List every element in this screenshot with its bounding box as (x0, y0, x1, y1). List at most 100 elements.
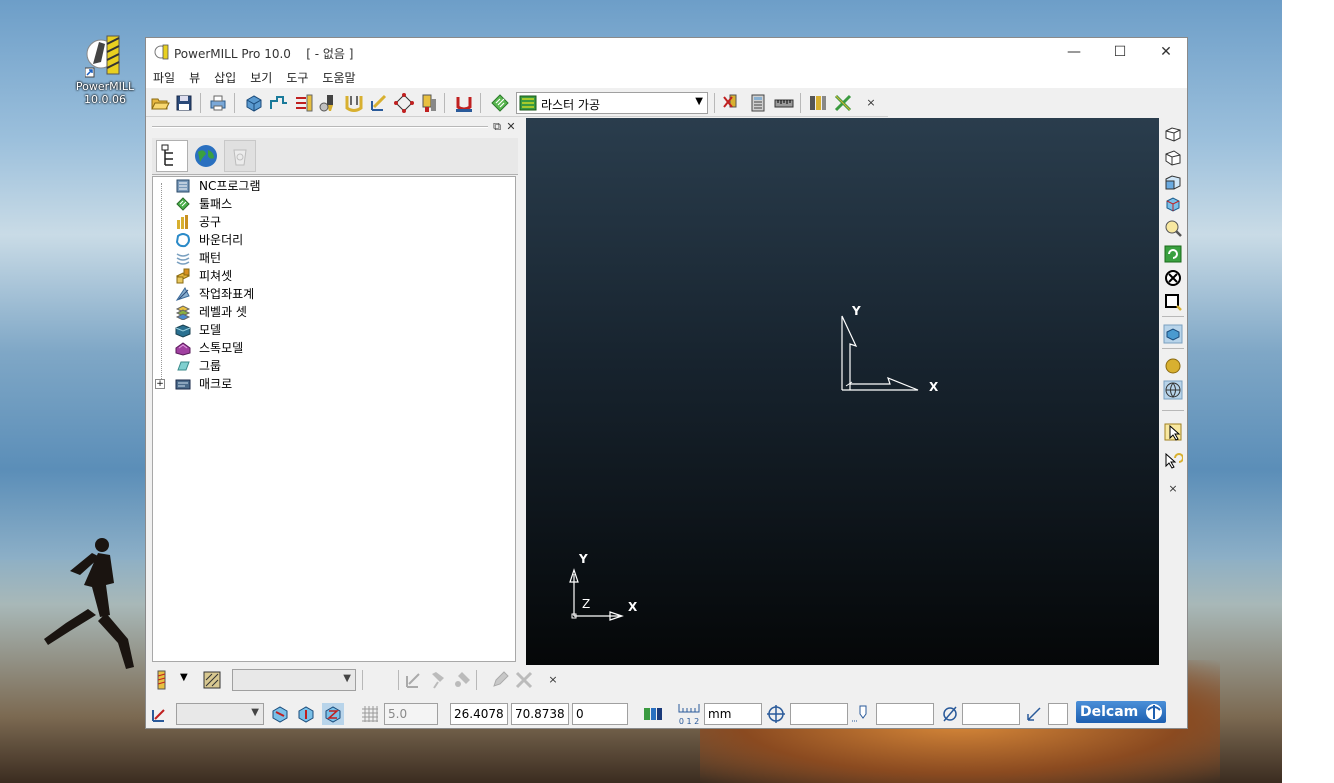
menu-help[interactable]: 도움말 (315, 66, 362, 86)
expand-plus-icon[interactable]: + (155, 379, 165, 389)
block-view-2-icon[interactable] (296, 704, 316, 724)
workplane-select[interactable]: ▼ (176, 703, 264, 725)
view-iso2-icon[interactable] (1163, 148, 1183, 168)
maximize-button[interactable]: ☐ (1097, 38, 1143, 66)
minimize-button[interactable]: — (1051, 38, 1097, 66)
view-iso4-icon[interactable] (1163, 194, 1183, 214)
shaded-sphere-icon[interactable] (1163, 356, 1183, 376)
main-toolbar: 라스터 가공 ▼ × (146, 90, 888, 117)
tool-create-icon[interactable] (319, 93, 339, 113)
menu-tools[interactable]: 도구 (279, 66, 315, 86)
status-bar: ▼ 5.0 26.4078 70.8738 0 0 1 2 mm Delcam (146, 698, 1187, 728)
open-folder-icon[interactable] (150, 93, 170, 113)
view-iso1-icon[interactable] (1163, 124, 1183, 144)
tool-select[interactable]: ▼ (232, 669, 356, 691)
tool-holder-icon[interactable] (419, 93, 439, 113)
powermill-desktop-shortcut[interactable]: PowerMILL 10.0.06 (70, 34, 140, 106)
zoom-fit-icon[interactable] (1163, 268, 1183, 288)
workplane-select-icon[interactable] (150, 704, 170, 724)
toolpath-icon (176, 197, 190, 211)
toolbar-separator (444, 93, 445, 113)
delete-tool-disabled-icon[interactable] (514, 670, 534, 690)
tolerance-icon[interactable] (850, 704, 872, 724)
toolpath-strategy-icon[interactable] (490, 93, 510, 113)
tab-recycle[interactable] (224, 140, 256, 172)
refresh-icon[interactable] (1163, 244, 1183, 264)
close-button[interactable]: ✕ (1143, 38, 1189, 66)
tool-toolbar-close-icon[interactable]: × (546, 673, 560, 687)
toolbar-separator (1162, 316, 1184, 317)
active-tool-icon[interactable] (152, 670, 172, 690)
save-icon[interactable] (174, 93, 194, 113)
tree-guide-line (161, 183, 162, 389)
coord-x-field[interactable]: 26.4078 (450, 703, 508, 725)
simulation-icon[interactable] (454, 93, 474, 113)
select-undo-icon[interactable] (1163, 450, 1183, 470)
menu-insert[interactable]: 삽입 (207, 66, 243, 86)
zoom-icon[interactable] (1163, 218, 1183, 238)
menu-view[interactable]: 뷰 (182, 66, 207, 86)
tool-library-icon[interactable] (808, 93, 828, 113)
feeds-speeds-icon[interactable] (294, 93, 314, 113)
toolbar-separator (398, 670, 399, 690)
coord-z-field[interactable]: 0 (572, 703, 628, 725)
tool-shank-disabled-icon[interactable] (452, 670, 472, 690)
menu-file[interactable]: 파일 (146, 66, 182, 86)
recycle-bin-icon (233, 149, 247, 166)
diameter-icon[interactable] (940, 704, 960, 724)
tool-cross-icon[interactable] (833, 93, 853, 113)
group-icon (177, 361, 190, 371)
block-icon[interactable] (244, 93, 264, 113)
model-icon (175, 324, 191, 338)
tool-edit-disabled-icon[interactable] (404, 670, 424, 690)
desktop-wallpaper-runner (44, 538, 134, 669)
tab-explorer-tree[interactable] (156, 140, 188, 172)
print-icon[interactable] (208, 93, 228, 113)
powermill-app-icon (84, 34, 125, 78)
units-field[interactable]: mm (704, 703, 762, 725)
strategy-select[interactable]: 라스터 가공 ▼ (516, 92, 708, 114)
featureset-icon (175, 268, 191, 284)
zoom-box-icon[interactable] (1163, 292, 1183, 312)
grid-icon[interactable] (360, 704, 380, 724)
shaded-block-icon[interactable] (1163, 324, 1183, 344)
measure-ruler-icon[interactable] (774, 93, 794, 113)
stepover-icon[interactable] (1024, 704, 1044, 724)
toggle-display-icon[interactable] (642, 704, 664, 724)
view-iso3-icon[interactable] (1163, 172, 1183, 192)
calculator-icon[interactable] (748, 93, 768, 113)
tolerance-field[interactable] (876, 703, 934, 725)
leads-links-icon[interactable] (344, 93, 364, 113)
menu-display[interactable]: 보기 (243, 66, 279, 86)
tool-delete-icon[interactable] (722, 93, 742, 113)
delcam-logo: Delcam (1076, 701, 1166, 723)
explorer-close-icon[interactable]: ✕ (504, 120, 518, 134)
pencil-disabled-icon[interactable] (490, 670, 510, 690)
workplane-edit-icon[interactable] (369, 93, 389, 113)
diameter-field[interactable] (962, 703, 1020, 725)
thickness-field[interactable] (790, 703, 848, 725)
tool-database-icon[interactable] (202, 670, 222, 690)
graphics-viewport[interactable]: Y X Y Z X (526, 118, 1159, 665)
restore-icon[interactable]: ⧉ (490, 120, 504, 134)
crosshair-icon[interactable] (766, 704, 786, 724)
tab-globe[interactable] (192, 142, 220, 170)
wireframe-sphere-icon[interactable] (1163, 380, 1183, 400)
tool-holder-disabled-icon[interactable] (428, 670, 448, 690)
select-cursor-icon[interactable] (1163, 422, 1183, 442)
block-view-3-icon[interactable] (322, 703, 344, 725)
block-view-1-icon[interactable] (270, 704, 290, 724)
coord-y-field[interactable]: 70.8738 (511, 703, 569, 725)
toolbar-separator (800, 93, 801, 113)
ruler-indicator: 0 1 2 (678, 702, 700, 726)
tool-dropdown-chevron-icon[interactable]: ▼ (180, 672, 188, 683)
title-bar[interactable]: PowerMILL Pro 10.0 [ - 없음 ] — ☐ ✕ (146, 38, 1187, 66)
tree-view-icon (161, 144, 173, 166)
grid-spacing-field[interactable]: 5.0 (384, 703, 438, 725)
explorer-header[interactable]: ⧉ ✕ (148, 120, 518, 134)
toolbar-close-icon[interactable]: × (864, 96, 878, 110)
stepover-field[interactable] (1048, 703, 1068, 725)
view-toolbar-close-icon[interactable]: × (1166, 482, 1180, 496)
rapid-move-icon[interactable] (269, 93, 289, 113)
boundary-points-icon[interactable] (394, 93, 414, 113)
